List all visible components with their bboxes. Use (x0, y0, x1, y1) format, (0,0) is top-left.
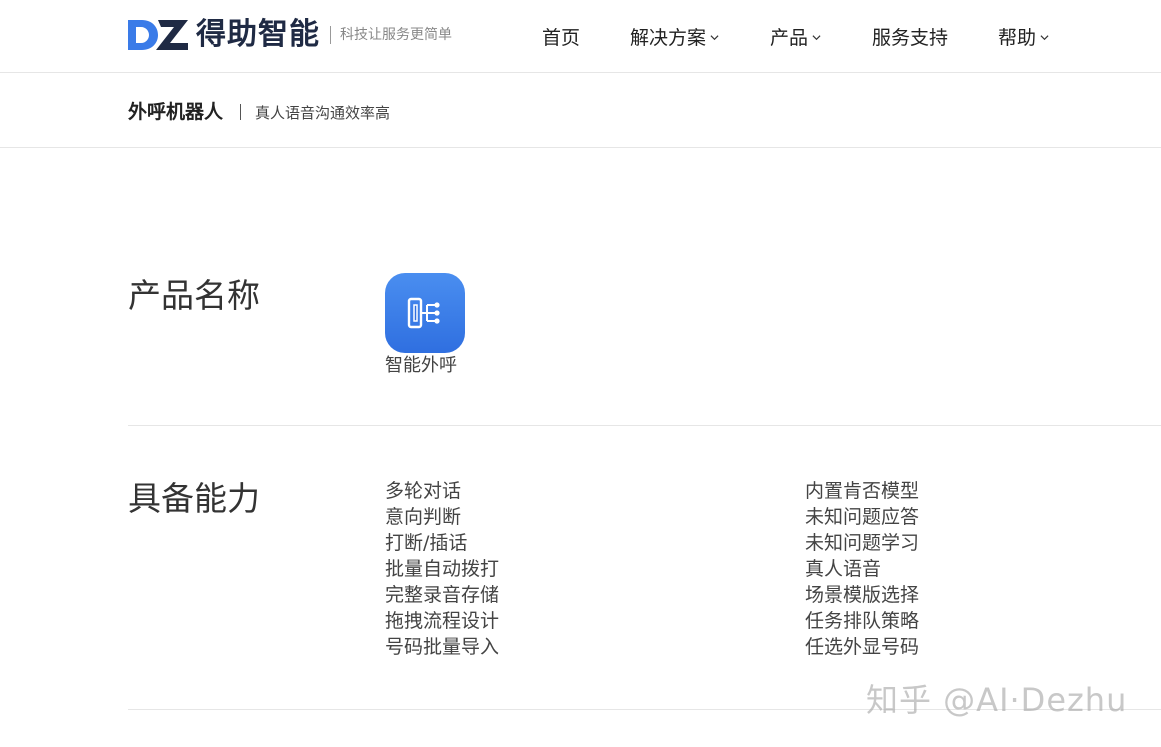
nav-item-help[interactable]: 帮助 (998, 22, 1049, 50)
list-item: 多轮对话 (385, 480, 462, 502)
list-item: 内置肯否模型 (805, 480, 920, 502)
product-name: 智能外呼 (385, 355, 457, 376)
list-item: 任务排队策略 (805, 610, 920, 632)
list-item: 真人语音 (805, 558, 882, 580)
nav-item-label: 帮助 (998, 26, 1037, 49)
nav-item-label: 服务支持 (872, 26, 949, 49)
list-item: 未知问题学习 (805, 532, 920, 554)
title-separator (240, 104, 241, 120)
list-item: 任选外显号码 (805, 636, 920, 658)
nav-item-label: 首页 (542, 26, 581, 49)
chevron-down-icon (1040, 34, 1049, 40)
list-item: 号码批量导入 (385, 636, 500, 658)
list-item: 场景模版选择 (805, 584, 920, 606)
nav-item-label: 解决方案 (630, 26, 707, 49)
product-subheader: 外呼机器人 真人语音沟通效率高 (0, 73, 1161, 148)
capability-list-right: 内置肯否模型 未知问题应答 未知问题学习 真人语音 场景模版选择 任务排队策略 … (805, 478, 919, 660)
main-nav: 首页 解决方案 产品 服务支持 帮助 (0, 0, 1161, 73)
top-header: 得助智能 科技让服务更简单 首页 解决方案 产品 服务支持 帮助 (0, 0, 1161, 73)
outbound-call-icon[interactable] (385, 273, 465, 353)
section-label-capabilities: 具备能力 (128, 479, 260, 518)
list-item: 拖拽流程设计 (385, 610, 500, 632)
page-title: 外呼机器人 (128, 101, 224, 123)
page-subtitle: 真人语音沟通效率高 (255, 104, 391, 122)
list-item: 批量自动拨打 (385, 558, 500, 580)
watermark: 知乎 @AI·Dezhu (866, 681, 1128, 719)
list-item: 完整录音存储 (385, 584, 500, 606)
nav-item-label: 产品 (770, 26, 809, 49)
section-label-product-name: 产品名称 (128, 276, 260, 315)
capability-list-left: 多轮对话 意向判断 打断/插话 批量自动拨打 完整录音存储 拖拽流程设计 号码批… (385, 478, 499, 660)
list-item: 意向判断 (385, 506, 462, 528)
list-item: 未知问题应答 (805, 506, 920, 528)
chevron-down-icon (710, 34, 719, 40)
chevron-down-icon (812, 34, 821, 40)
nav-item-support[interactable]: 服务支持 (872, 22, 948, 50)
flow-branch-icon (407, 297, 440, 329)
section-divider (128, 425, 1161, 426)
list-item: 打断/插话 (385, 532, 468, 554)
nav-item-home[interactable]: 首页 (542, 22, 580, 50)
nav-item-solutions[interactable]: 解决方案 (630, 22, 719, 50)
nav-item-products[interactable]: 产品 (770, 22, 821, 50)
